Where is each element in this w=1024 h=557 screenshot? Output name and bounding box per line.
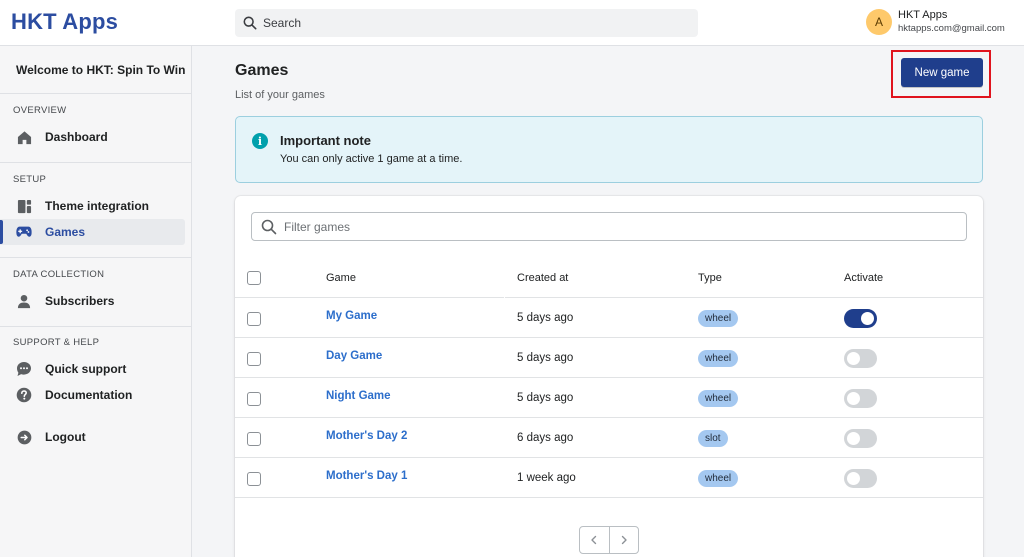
section-title-setup: SETUP [13,174,47,185]
pagination-next-button[interactable] [608,527,638,553]
chat-icon [16,361,32,377]
logout-icon [16,429,32,445]
table-row[interactable]: My Game 5 days ago wheel [235,298,983,338]
divider [0,93,191,94]
game-link[interactable]: My Game [326,310,377,322]
activate-toggle[interactable] [844,309,877,328]
activate-toggle[interactable] [844,349,877,368]
user-name: HKT Apps [898,9,948,21]
top-bar: HKT Apps Search A HKT Apps hktapps.com@g… [0,0,1024,46]
table-row[interactable]: Mother's Day 1 1 week ago wheel [235,458,983,498]
sidebar-item-games[interactable]: Games [0,219,185,245]
row-checkbox[interactable] [247,352,261,366]
sidebar-item-label: Theme integration [45,199,150,213]
chevron-right-icon [621,535,627,545]
section-title-overview: OVERVIEW [13,105,67,116]
table-header: Game Created at Type Activate [235,258,983,298]
row-checkbox[interactable] [247,472,261,486]
sidebar: Welcome to HKT: Spin To Win OVERVIEW Das… [0,46,192,557]
activate-toggle[interactable] [844,389,877,408]
sidebar-item-dashboard[interactable]: Dashboard [0,124,185,150]
divider [0,326,191,327]
games-card: Filter games Game Created at Type Activa… [235,196,983,557]
pagination-prev-button[interactable] [580,527,609,553]
created-at: 5 days ago [517,352,574,364]
column-header-created-at[interactable]: Created at [517,272,568,284]
table-row[interactable]: Night Game 5 days ago wheel [235,378,983,418]
divider [0,162,191,163]
note-title: Important note [280,133,371,148]
game-link[interactable]: Mother's Day 2 [326,430,407,442]
welcome-title: Welcome to HKT: Spin To Win [16,63,186,77]
column-header-activate[interactable]: Activate [844,272,883,284]
sidebar-item-label: Games [45,225,86,239]
created-at: 1 week ago [517,472,576,484]
sidebar-item-label: Subscribers [45,294,115,308]
important-note-banner: i Important note You can only active 1 g… [235,116,983,183]
created-at: 5 days ago [517,312,574,324]
sidebar-item-logout[interactable]: Logout [0,424,185,450]
filter-games-input[interactable]: Filter games [251,212,967,241]
sidebar-item-label: Quick support [45,362,127,376]
user-menu[interactable]: A HKT Apps hktapps.com@gmail.com [866,9,1005,35]
toggle-knob [847,392,860,405]
type-badge: wheel [698,350,739,367]
game-link[interactable]: Night Game [326,390,391,402]
home-icon [16,129,32,145]
question-icon [16,387,32,403]
row-checkbox[interactable] [247,432,261,446]
avatar: A [866,9,892,35]
game-link[interactable]: Mother's Day 1 [326,470,407,482]
column-separator [504,258,505,298]
row-checkbox[interactable] [247,312,261,326]
sidebar-item-label: Documentation [45,388,133,402]
info-icon: i [252,133,268,149]
game-link[interactable]: Day Game [326,350,382,362]
sidebar-item-subscribers[interactable]: Subscribers [0,288,185,314]
row-checkbox[interactable] [247,392,261,406]
person-icon [16,293,32,309]
activate-toggle[interactable] [844,469,877,488]
column-header-type[interactable]: Type [698,272,722,284]
type-badge: wheel [698,390,739,407]
type-badge: slot [698,430,728,447]
section-title-data-collection: DATA COLLECTION [13,269,105,280]
created-at: 6 days ago [517,432,574,444]
search-icon [243,16,257,30]
page-title: Games [235,62,289,79]
chevron-left-icon [591,535,597,545]
select-all-checkbox[interactable] [247,271,261,285]
type-badge: wheel [698,310,739,327]
toggle-knob [847,352,860,365]
table-row[interactable]: Day Game 5 days ago wheel [235,338,983,378]
search-input[interactable]: Search [235,9,698,37]
pagination [579,526,639,554]
sidebar-item-quick-support[interactable]: Quick support [0,356,185,382]
sidebar-item-theme-integration[interactable]: Theme integration [0,193,185,219]
gamepad-icon [16,224,32,240]
toggle-knob [847,472,860,485]
created-at: 5 days ago [517,392,574,404]
new-game-button[interactable]: New game [901,58,983,87]
theme-icon [16,198,32,214]
page-subtitle: List of your games [235,89,325,101]
filter-placeholder: Filter games [284,219,351,234]
toggle-knob [847,432,860,445]
search-placeholder: Search [263,16,302,30]
activate-toggle[interactable] [844,429,877,448]
column-header-game[interactable]: Game [326,272,356,284]
divider [0,257,191,258]
user-email: hktapps.com@gmail.com [898,23,1005,34]
type-badge: wheel [698,470,739,487]
search-icon [261,219,277,234]
section-title-support-help: SUPPORT & HELP [13,337,100,348]
sidebar-item-documentation[interactable]: Documentation [0,382,185,408]
brand-logo[interactable]: HKT Apps [11,9,118,35]
sidebar-item-label: Logout [45,430,86,444]
table-row[interactable]: Mother's Day 2 6 days ago slot [235,418,983,458]
sidebar-item-label: Dashboard [45,130,108,144]
note-text: You can only active 1 game at a time. [280,153,463,165]
toggle-knob [861,312,874,325]
